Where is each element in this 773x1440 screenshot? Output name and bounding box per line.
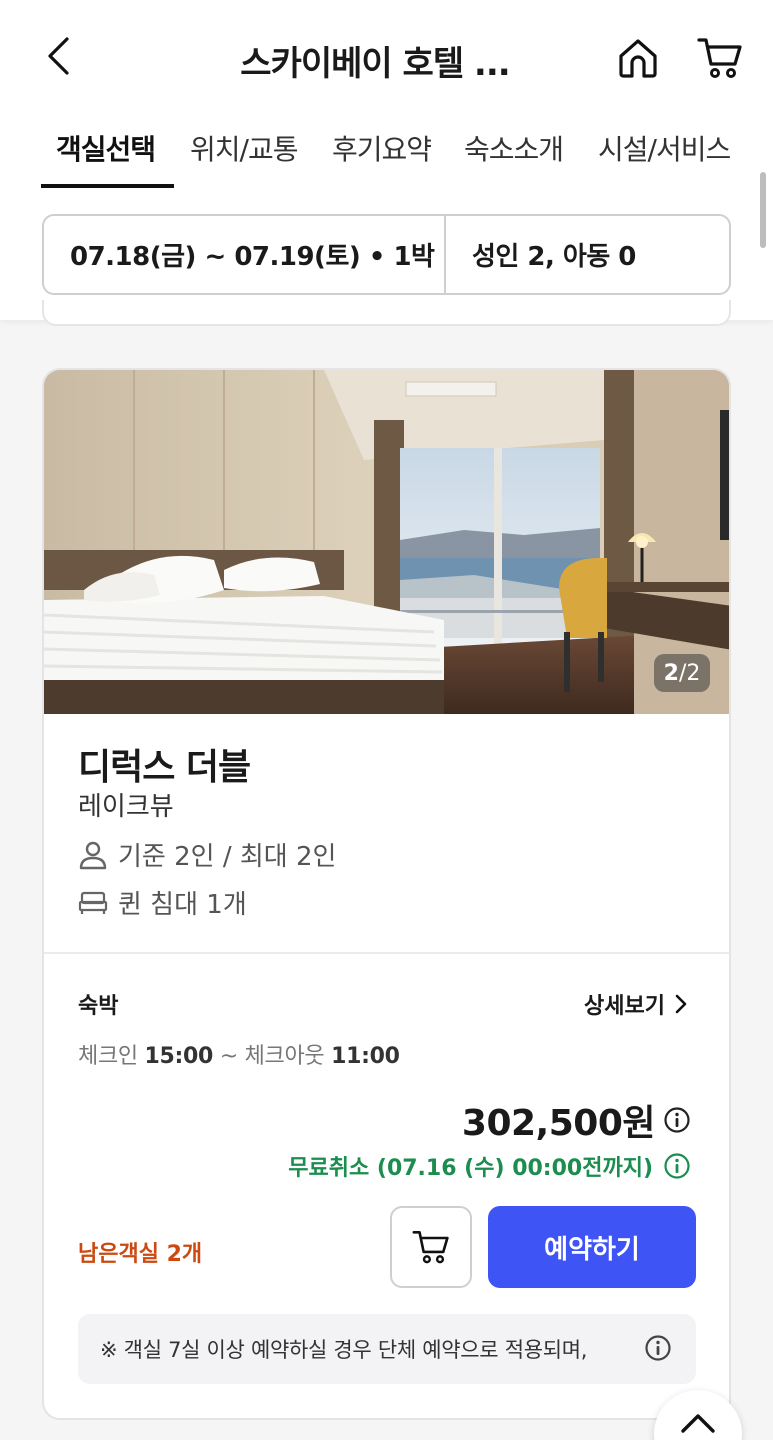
bed-row: 퀸 침대 1개 [78,884,247,921]
capacity-row: 기준 2인 / 최대 2인 [78,836,336,873]
photo-counter-total: /2 [678,660,701,686]
section-divider [44,952,729,954]
info-icon[interactable] [644,1334,672,1362]
checkout-time: 11:00 [331,1044,400,1069]
info-icon[interactable] [663,1152,691,1180]
home-button[interactable] [612,32,664,84]
info-icon[interactable] [663,1106,691,1134]
tab-location[interactable]: 위치/교통 [190,128,298,168]
photo-counter-current: 2 [663,660,679,686]
tab-room-select[interactable]: 객실선택 [56,128,156,168]
checkout-label: ~ 체크아웃 [219,1044,325,1069]
previous-card-edge [42,300,731,326]
room-card: 2/2 디럭스 더블 레이크뷰 기준 2인 / 최대 2인 퀸 침대 1개 숙박… [42,368,731,1420]
room-photo[interactable]: 2/2 [44,370,729,714]
back-button[interactable] [36,34,80,78]
cart-icon [697,38,742,78]
detail-link-label: 상세보기 [584,994,665,1019]
reserve-button[interactable]: 예약하기 [488,1206,696,1288]
add-to-cart-button[interactable] [390,1206,472,1288]
tab-bar: 객실선택 위치/교통 후기요약 숙소소개 시설/서비스 [0,118,773,188]
room-price: 302,500원 [462,1094,691,1146]
date-selector[interactable]: 07.18(금) ~ 07.19(토) • 1박 [44,216,446,293]
cart-button[interactable] [692,32,748,84]
chevron-up-icon [681,1414,715,1433]
capacity-text: 기준 2인 / 최대 2인 [118,842,337,872]
free-cancel-policy: 무료취소 (07.16 (수) 00:00전까지) [288,1150,691,1182]
remaining-rooms: 남은객실 2개 [78,1242,203,1267]
header-bar: 스카이베이 호텔 ... 객실선택 위치/교통 후기요약 숙소소개 시설/서비스… [0,0,773,320]
tab-intro[interactable]: 숙소소개 [464,128,564,168]
search-conditions: 07.18(금) ~ 07.19(토) • 1박 성인 2, 아동 0 [42,214,731,295]
checkin-time: 15:00 [144,1044,214,1069]
room-name: 디럭스 더블 [78,747,251,788]
tab-facilities[interactable]: 시설/서비스 [598,128,731,168]
checkin-times: 체크인 15:00 ~ 체크아웃 11:00 [78,1038,400,1070]
chevron-right-icon [675,994,687,1014]
active-tab-indicator [41,184,174,188]
room-photo-image [44,370,729,714]
scrollbar[interactable] [760,172,766,248]
room-view: 레이크뷰 [78,792,174,822]
home-icon [619,39,657,78]
cart-icon [412,1230,449,1264]
bed-text: 퀸 침대 1개 [118,890,247,920]
tab-reviews[interactable]: 후기요약 [332,128,432,168]
group-booking-notice: ※ 객실 7실 이상 예약하실 경우 단체 예약으로 적용되며, [78,1314,696,1384]
person-icon [79,841,107,869]
stay-type-label: 숙박 [78,994,119,1019]
bed-icon [78,891,108,914]
notice-text: ※ 객실 7실 이상 예약하실 경우 단체 예약으로 적용되며, [100,1338,588,1362]
detail-link[interactable]: 상세보기 [584,988,691,1020]
checkin-label: 체크인 [78,1044,138,1069]
price-value: 302,500원 [461,1103,656,1144]
guest-selector[interactable]: 성인 2, 아동 0 [446,216,729,293]
chevron-left-icon [48,37,69,75]
photo-counter: 2/2 [654,654,710,692]
page-title: 스카이베이 호텔 ... [240,44,510,84]
free-cancel-text: 무료취소 (07.16 (수) 00:00전까지) [288,1156,653,1181]
